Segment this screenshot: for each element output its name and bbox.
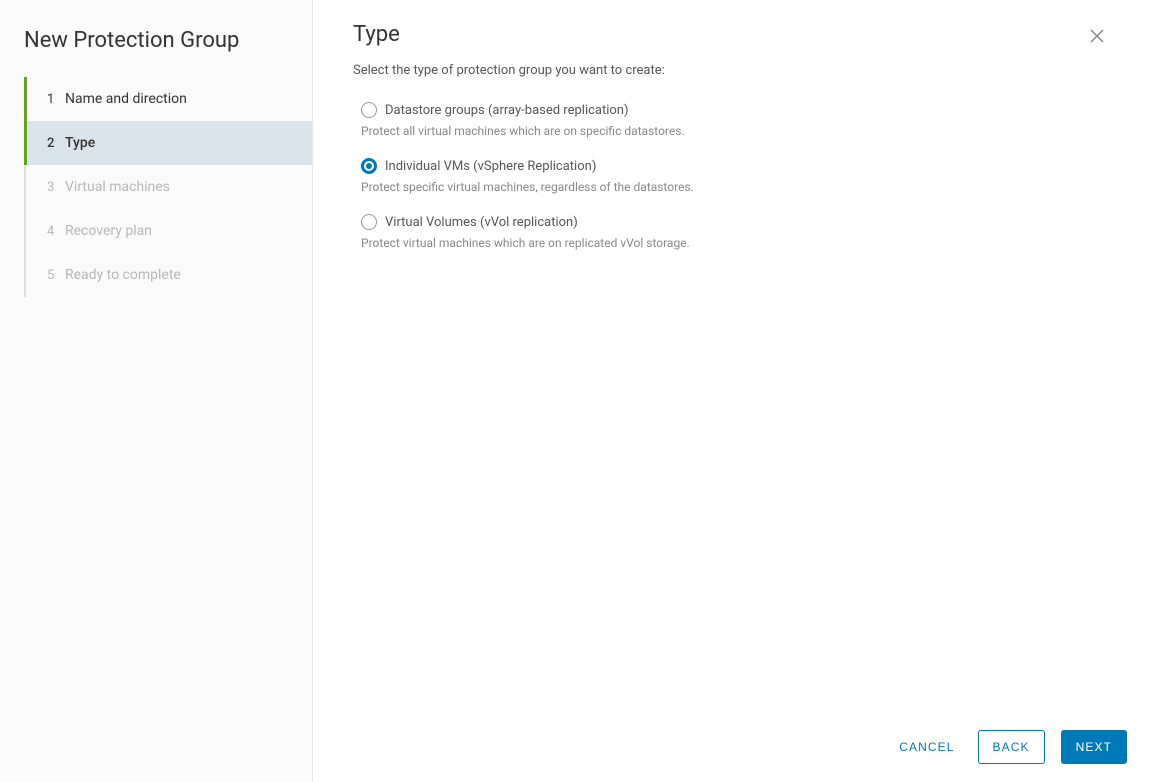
option-label: Virtual Volumes (vVol replication) (385, 215, 578, 230)
option-row[interactable]: Datastore groups (array-based replicatio… (361, 102, 1109, 118)
option-label: Datastore groups (array-based replicatio… (385, 103, 629, 118)
option-datastore-groups[interactable]: Datastore groups (array-based replicatio… (353, 94, 1109, 150)
step-name-and-direction[interactable]: 1 Name and direction (24, 77, 312, 121)
close-icon (1089, 28, 1105, 44)
cancel-button[interactable]: Cancel (892, 730, 961, 764)
step-type[interactable]: 2 Type (24, 121, 312, 165)
radio-icon[interactable] (361, 158, 377, 174)
step-label: Recovery plan (65, 223, 152, 239)
option-description: Protect all virtual machines which are o… (361, 124, 1109, 138)
next-button[interactable]: Next (1061, 730, 1127, 764)
radio-icon[interactable] (361, 102, 377, 118)
step-number: 1 (47, 92, 65, 107)
step-number: 5 (47, 268, 65, 283)
close-button[interactable] (1085, 24, 1109, 51)
step-recovery-plan: 4 Recovery plan (24, 209, 312, 253)
option-description: Protect virtual machines which are on re… (361, 236, 1109, 250)
step-label: Type (65, 135, 95, 151)
step-label: Ready to complete (65, 267, 181, 283)
step-number: 4 (47, 224, 65, 239)
step-label: Virtual machines (65, 179, 170, 195)
option-label: Individual VMs (vSphere Replication) (385, 159, 596, 174)
content-header: Type (313, 0, 1149, 55)
step-number: 2 (47, 136, 65, 151)
option-row[interactable]: Virtual Volumes (vVol replication) (361, 214, 1109, 230)
radio-icon[interactable] (361, 214, 377, 230)
step-virtual-machines: 3 Virtual machines (24, 165, 312, 209)
option-individual-vms[interactable]: Individual VMs (vSphere Replication) Pro… (353, 150, 1109, 206)
wizard-step-list: 1 Name and direction 2 Type 3 Virtual ma… (24, 77, 312, 297)
wizard-dialog: New Protection Group 1 Name and directio… (0, 0, 1149, 782)
wizard-content: Type Select the type of protection group… (313, 0, 1149, 782)
page-title: Type (353, 22, 400, 47)
wizard-footer: Cancel Back Next (313, 712, 1149, 782)
page-subtitle: Select the type of protection group you … (313, 55, 1149, 94)
protection-type-options: Datastore groups (array-based replicatio… (313, 94, 1149, 262)
step-ready-to-complete: 5 Ready to complete (24, 253, 312, 297)
option-row[interactable]: Individual VMs (vSphere Replication) (361, 158, 1109, 174)
option-description: Protect specific virtual machines, regar… (361, 180, 1109, 194)
option-virtual-volumes[interactable]: Virtual Volumes (vVol replication) Prote… (353, 206, 1109, 262)
step-number: 3 (47, 180, 65, 195)
back-button[interactable]: Back (978, 730, 1045, 764)
step-label: Name and direction (65, 91, 187, 107)
wizard-sidebar: New Protection Group 1 Name and directio… (0, 0, 313, 782)
wizard-title: New Protection Group (0, 20, 312, 77)
